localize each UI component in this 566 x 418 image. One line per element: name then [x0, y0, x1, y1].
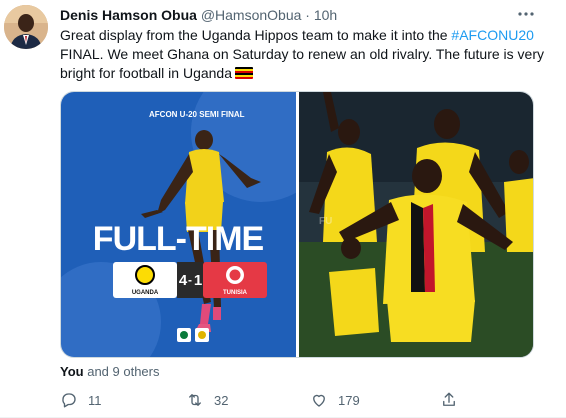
- media-grid: AFCON U-20 SEMI FINAL FULL-TIME UGANDA T…: [60, 91, 534, 358]
- caf-logo-icon: [177, 328, 191, 342]
- liked-by-others: and 9 others: [87, 364, 160, 379]
- liked-by-line[interactable]: You and 9 others: [60, 364, 160, 379]
- author-name[interactable]: Denis Hamson Obua: [60, 7, 197, 23]
- share-icon: [443, 392, 455, 406]
- away-score: 1: [194, 272, 202, 289]
- avatar[interactable]: [4, 5, 48, 49]
- watermark-logo: FU: [319, 216, 332, 227]
- tweet-text-part2: FINAL. We meet Ghana on Saturday to rene…: [60, 46, 545, 81]
- tweet-text-part1: Great display from the Uganda Hippos tea…: [60, 27, 452, 43]
- headline-text: FULL-TIME: [93, 220, 264, 258]
- home-score: 4: [179, 272, 188, 289]
- share-button[interactable]: [440, 390, 468, 410]
- retweet-icon: [189, 394, 201, 406]
- media-image-result[interactable]: AFCON U-20 SEMI FINAL FULL-TIME UGANDA T…: [61, 92, 331, 357]
- away-team: TUNISIA: [223, 290, 248, 296]
- reply-count: 11: [88, 392, 102, 408]
- tweet-text: Great display from the Uganda Hippos tea…: [60, 26, 550, 83]
- retweet-count: 32: [214, 392, 229, 408]
- home-team: UGANDA: [132, 290, 159, 296]
- reply-button[interactable]: 11: [60, 390, 102, 410]
- fufa-logo-icon: [195, 328, 209, 342]
- more-options-icon[interactable]: [516, 6, 536, 22]
- tweet-header: Denis Hamson Obua @HamsonObua · 10h: [60, 6, 337, 25]
- like-button[interactable]: 179: [310, 390, 360, 410]
- scoreboard: UGANDA TUNISIA 4 - 1: [113, 262, 267, 298]
- tweet[interactable]: Denis Hamson Obua @HamsonObua · 10h Grea…: [0, 0, 566, 418]
- score-separator: -: [188, 273, 192, 287]
- separator-dot: ·: [305, 7, 310, 23]
- action-bar: 11 32 179: [60, 390, 490, 410]
- uganda-flag-icon: [235, 67, 253, 79]
- hashtag-link[interactable]: #AFCONU20: [451, 27, 533, 43]
- retweet-button[interactable]: 32: [186, 390, 228, 410]
- timestamp[interactable]: 10h: [314, 7, 337, 23]
- banner-text: AFCON U-20 SEMI FINAL: [149, 110, 245, 119]
- media-image-celebration[interactable]: FU: [299, 92, 533, 357]
- heart-icon: [313, 394, 325, 407]
- author-handle[interactable]: @HamsonObua: [201, 7, 302, 23]
- reply-icon: [62, 393, 76, 408]
- liked-by-you: You: [60, 364, 84, 379]
- like-count: 179: [338, 392, 360, 408]
- avatar-photo: [4, 5, 48, 49]
